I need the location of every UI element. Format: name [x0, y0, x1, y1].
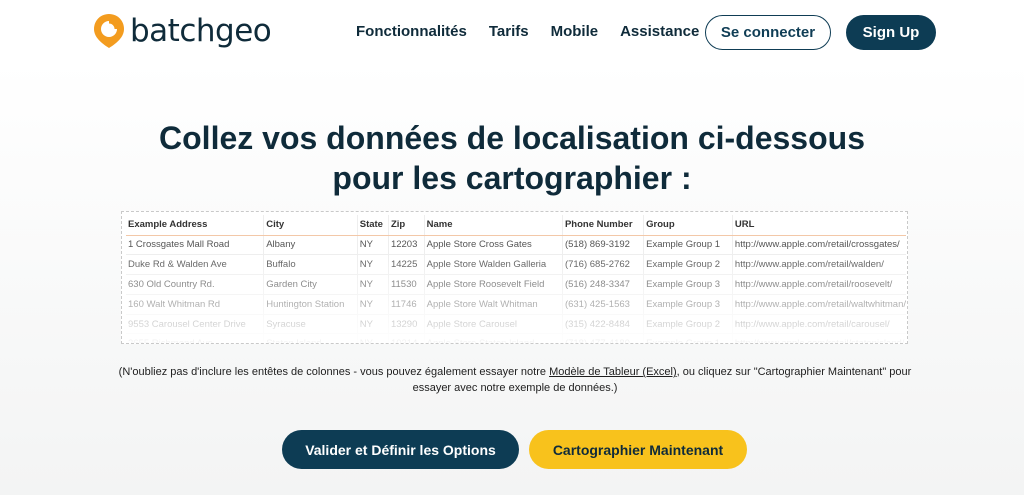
- table-cell: Example Group 1: [643, 333, 733, 343]
- table-cell: Apple Store Carousel: [424, 314, 563, 335]
- table-cell: (516) 248-3347: [562, 274, 645, 295]
- table-cell: http://www.apple.com/retail/walden/: [732, 254, 906, 276]
- table-cell: Garden City: [263, 274, 358, 295]
- page-title: Collez vos données de localisation ci-de…: [159, 120, 865, 196]
- table-cell: NY: [357, 314, 389, 335]
- column-header: Zip: [388, 215, 425, 236]
- table-cell: Example Group 3: [643, 274, 733, 295]
- map-pin-logo-icon: [94, 14, 124, 48]
- table-cell: 630 Old Country Rd.: [126, 274, 265, 295]
- main-nav: Fonctionnalités Tarifs Mobile Assistance: [356, 22, 721, 42]
- table-cell: 2655 Richmond Ave: [126, 333, 265, 343]
- table-cell: Apple Store Cross Gates: [424, 235, 563, 256]
- table-cell: Apple Store Staten Island: [424, 333, 563, 343]
- brand-name: batchgeo: [130, 13, 272, 49]
- table-cell: Staten Island: [263, 333, 358, 343]
- table-cell: (518) 869-3192: [562, 235, 645, 256]
- table-row: 9553 Carousel Center Drive Syracuse NY 1329…: [126, 314, 906, 335]
- column-header: Phone Number: [562, 215, 645, 236]
- table-cell: (716) 685-2762: [562, 254, 645, 276]
- table-cell: NY: [357, 235, 389, 256]
- table-cell: http://www.apple.com/retail/carousel/: [732, 314, 906, 335]
- table-cell: Huntington Station: [263, 294, 358, 315]
- table-row: 2655 Richmond Ave Staten Island NY 10314 App…: [126, 333, 906, 343]
- signup-button[interactable]: Sign Up: [846, 15, 936, 50]
- sample-data-table: Example Address City State Zip Name Phon…: [126, 215, 906, 343]
- table-cell: 1 Crossgates Mall Road: [126, 235, 265, 256]
- table-cell: http://www.apple.com/retail/roosevelt/: [732, 274, 906, 295]
- table-cell: Syracuse: [263, 314, 358, 335]
- column-header: Example Address: [126, 215, 265, 236]
- table-cell: http://www.apple.com/retail/statenisland…: [732, 333, 906, 343]
- table-cell: Apple Store Walt Whitman: [424, 294, 563, 315]
- column-header: Name: [424, 215, 563, 236]
- table-cell: 12203: [388, 235, 425, 256]
- table-cell: 160 Walt Whitman Rd: [126, 294, 265, 315]
- column-header: City: [263, 215, 358, 236]
- table-cell: NY: [357, 333, 389, 343]
- table-cell: Apple Store Roosevelt Field: [424, 274, 563, 295]
- table-cell: Apple Store Walden Galleria: [424, 254, 563, 276]
- table-cell: (315) 422-8484: [562, 314, 645, 335]
- table-cell: Example Group 2: [643, 254, 733, 276]
- table-cell: Example Group 2: [643, 314, 733, 335]
- spreadsheet-template-link[interactable]: Modèle de Tableur (Excel): [549, 366, 677, 378]
- table-header-row: Example Address City State Zip Name Phon…: [126, 215, 906, 236]
- table-cell: 13290: [388, 314, 425, 335]
- table-cell: 10314: [388, 333, 425, 343]
- validate-options-button[interactable]: Valider et Définir les Options: [282, 430, 519, 469]
- table-cell: Albany: [263, 235, 358, 256]
- table-cell: http://www.apple.com/retail/waltwhitman/: [732, 294, 906, 315]
- nav-item-assistance[interactable]: Assistance: [620, 22, 699, 42]
- table-cell: 11530: [388, 274, 425, 295]
- site-header: batchgeo Fonctionnalités Tarifs Mobile A…: [0, 0, 1024, 64]
- nav-item-mobile[interactable]: Mobile: [551, 22, 599, 42]
- table-row: Duke Rd & Walden Ave Buffalo NY 14225 Apple …: [126, 254, 906, 276]
- table-cell: 11746: [388, 294, 425, 315]
- table-cell: (631) 425-1563: [562, 294, 645, 315]
- column-header: State: [357, 215, 389, 236]
- instructions-text: (N'oubliez pas d'inclure les entêtes de …: [110, 364, 920, 396]
- table-row: 1 Crossgates Mall Road Albany NY 12203 Apple…: [126, 235, 906, 256]
- hint-text-before: (N'oubliez pas d'inclure les entêtes de …: [118, 366, 550, 378]
- column-header: Group: [643, 215, 733, 236]
- map-now-button[interactable]: Cartographier Maintenant: [529, 430, 747, 469]
- table-row: 160 Walt Whitman Rd Huntington Station NY 1…: [126, 294, 906, 315]
- table-cell: Example Group 3: [643, 294, 733, 315]
- table-cell: Buffalo: [263, 254, 358, 276]
- table-cell: 14225: [388, 254, 425, 276]
- login-button[interactable]: Se connecter: [705, 15, 831, 50]
- batchgeo-logo[interactable]: batchgeo: [92, 12, 272, 50]
- table-cell: 9553 Carousel Center Drive: [126, 314, 265, 335]
- table-cell: NY: [357, 254, 389, 276]
- table-cell: Duke Rd & Walden Ave: [126, 254, 265, 276]
- nav-item-tarifs[interactable]: Tarifs: [489, 22, 529, 42]
- table-cell: http://www.apple.com/retail/crossgates/: [732, 235, 906, 256]
- table-cell: NY: [357, 274, 389, 295]
- table-cell: (718) 477-4180: [562, 333, 645, 343]
- table-cell: NY: [357, 294, 389, 315]
- nav-item-fonctionnalites[interactable]: Fonctionnalités: [356, 22, 467, 42]
- column-header: URL: [732, 215, 906, 236]
- table-cell: Example Group 1: [643, 235, 733, 256]
- table-row: 630 Old Country Rd. Garden City NY 11530 App…: [126, 274, 906, 295]
- data-paste-area[interactable]: Example Address City State Zip Name Phon…: [121, 211, 908, 344]
